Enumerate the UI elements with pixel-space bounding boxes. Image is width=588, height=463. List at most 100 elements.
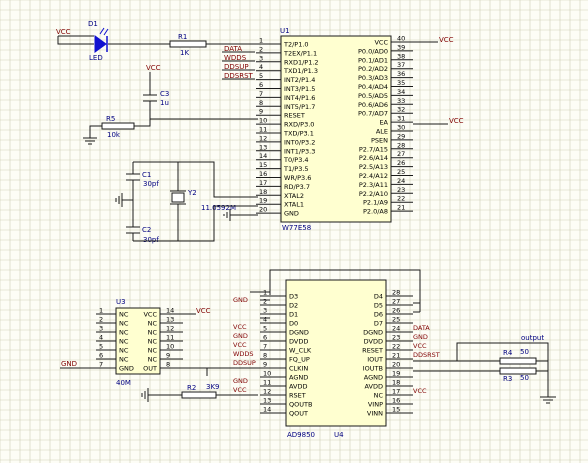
u4-left-pin-name: D2 <box>289 302 298 310</box>
u4-right-net-label: VCC <box>413 342 427 350</box>
u3-left-pin-number: 2 <box>99 316 103 324</box>
u3-part-name: 40M <box>116 379 131 387</box>
u4-right-pin-name: DVDD <box>364 338 383 346</box>
u1-right-pin-number: 33 <box>397 97 405 105</box>
u4-left-net-labels: GNDVCCGNDVCCWDDSDDSUPGNDVCC <box>233 296 256 394</box>
u4-right-pin-name: AVDD <box>365 383 384 391</box>
u1-left-pins: 1 T2/P1.0 2 T2EX/P1.1 3 RXD1/P1.2 4 TXD1/P1.3 5 I… <box>256 37 319 218</box>
u4-left-pin-number: 13 <box>263 397 271 405</box>
u4-right-net-label: VCC <box>413 387 427 395</box>
u3-right-pin-number: 11 <box>166 334 174 342</box>
u1-left-pin-number: 6 <box>259 81 263 89</box>
r1-value: 1K <box>180 49 189 57</box>
u4-right-pin-number: 26 <box>392 307 400 315</box>
u1-left-pin-name: INT4/P1.6 <box>284 94 315 102</box>
u4-left-net-label: VCC <box>233 386 247 394</box>
u3-gnd-label: GND <box>61 360 77 368</box>
u4-right-pin-name: D4 <box>374 293 383 301</box>
u1-left-pin-name: T1/P3.5 <box>283 165 309 173</box>
u1-right-pin-name: P2.4/A12 <box>359 172 388 180</box>
u1-left-pin-name: INT0/P3.2 <box>284 138 315 146</box>
u4-right-pin-number: 24 <box>392 325 400 333</box>
u1-right-pin-name: VCC <box>374 39 388 47</box>
u1-left-pin-number: 10 <box>259 117 267 125</box>
u1-right-pin-number: 39 <box>397 43 405 51</box>
u4-left-pin-number: 11 <box>263 379 271 387</box>
u4-left-pin-number: 8 <box>263 352 267 360</box>
r2-designator: R2 <box>187 384 196 392</box>
output-network: output R4 50 R3 50 <box>413 334 556 404</box>
u1-right-pin-name: P2.7/A15 <box>359 145 388 153</box>
u3-left-pins: 1 NC 2 NC 3 NC 4 NC 5 NC 6 NC 7 GND <box>96 307 134 373</box>
u1-left-pin-number: 8 <box>259 99 263 107</box>
u4-left-net-label: VCC <box>233 323 247 331</box>
u4-left-pin-name: QOUT <box>289 410 308 418</box>
u4-right-pin-number: 17 <box>392 388 400 396</box>
u1-right-pin-name: PSEN <box>371 136 388 144</box>
u1-right-pin-name: P0.5/AD5 <box>358 92 388 100</box>
u4-left-pin-number: 14 <box>263 406 271 414</box>
c2-value: 30pf <box>143 236 159 244</box>
u1-right-pin-number: 22 <box>397 195 405 203</box>
led-vcc-label: VCC <box>56 28 71 36</box>
u1-left-pin-name: INT2/P1.4 <box>284 76 315 84</box>
u1-right-pin-number: 31 <box>397 115 405 123</box>
u1-left-pin-name: TXD1/P1.3 <box>283 67 318 75</box>
u3-right-pins: 14 VCC 13 NC 12 NC 11 NC 10 NC 9 NC 8 OUT <box>143 307 183 373</box>
u1-right-pin-name: P0.1/AD1 <box>358 56 388 64</box>
u4-right-pin-number: 28 <box>392 289 400 297</box>
u4-right-pin-number: 19 <box>392 370 400 378</box>
r3-value: 50 <box>520 374 529 382</box>
u1-left-pin-number: 9 <box>259 108 263 116</box>
u4-right-pin-number: 27 <box>392 298 400 306</box>
r4-value: 50 <box>520 348 529 356</box>
u1-right-pin-number: 24 <box>397 177 405 185</box>
d1-designator: D1 <box>88 20 98 28</box>
u1-right-pin-name: P2.5/A13 <box>359 163 388 171</box>
u4-right-pin-number: 21 <box>392 352 400 360</box>
u1-right-pin-name: P2.1/A9 <box>363 199 388 207</box>
u4-left-pin-number: 6 <box>263 334 267 342</box>
u4-left-net-label: VCC <box>233 341 247 349</box>
u4-left-pin-name: W_CLK <box>289 347 312 355</box>
u4-right-pin-name: VINN <box>367 410 383 418</box>
u1-left-pin-name: RXD1/P1.2 <box>284 58 319 66</box>
u1-left-pin-name: INT1/P3.3 <box>284 147 315 155</box>
u4-left-pin-number: 2 <box>263 298 267 306</box>
u1-right-pin-name: P0.2/AD2 <box>358 65 388 73</box>
r5-designator: R5 <box>106 115 115 123</box>
u1-left-pin-number: 18 <box>259 188 267 196</box>
u4-right-pin-name: AGND <box>364 374 383 382</box>
u1-right-pin-number: 36 <box>397 70 405 78</box>
u4-right-net-labels: DATAGNDVCCDDSRSTVCC <box>413 324 440 395</box>
c3-vcc-label: VCC <box>146 64 161 72</box>
u3-right-pin-name: NC <box>148 356 158 364</box>
r5-value: 10k <box>107 131 121 139</box>
u1-right-pin-number: 23 <box>397 186 405 194</box>
u1-left-pin-name: WR/P3.6 <box>284 174 311 182</box>
u4-right-pin-name: RESET <box>362 347 383 355</box>
u4-left-pin-number: 7 <box>263 343 267 351</box>
u1-right-pin-name: P0.6/AD6 <box>358 101 388 109</box>
u1-left-pin-name: XTAL2 <box>284 192 304 200</box>
u1-left-pin-number: 20 <box>259 206 267 214</box>
output-label: output <box>521 334 544 342</box>
u4-left-pin-name: AGND <box>289 374 308 382</box>
u4-right-pin-name: NC <box>374 392 384 400</box>
r4-resistor-icon <box>499 357 537 365</box>
u4-left-pin-name: AVDD <box>289 383 308 391</box>
u1-right-pin-name: P2.3/A11 <box>359 181 388 189</box>
c1-value: 30pf <box>143 180 159 188</box>
u3-right-pin-name: NC <box>148 320 158 328</box>
u3-left-pin-number: 6 <box>99 352 103 360</box>
y2-value: 11.0592M <box>201 204 236 212</box>
crystal-circuit: C1 30pf C2 30pf Y2 11.0592M <box>115 161 258 244</box>
u1-left-pin-name: RD/P3.7 <box>284 183 310 191</box>
u3-left-pin-number: 5 <box>99 343 103 351</box>
u4-left-pin-number: 4 <box>263 316 267 324</box>
u1-chip: U1 W77E58 1 T2/P1.0 2 T2EX/P1.1 3 RXD1/P1.2 4 T… <box>256 27 413 232</box>
u4-left-pin-number: 10 <box>263 370 271 378</box>
u4-left-net-label: GND <box>233 296 248 304</box>
u3-right-pin-name: VCC <box>143 311 157 319</box>
u3-right-pin-name: NC <box>148 338 158 346</box>
